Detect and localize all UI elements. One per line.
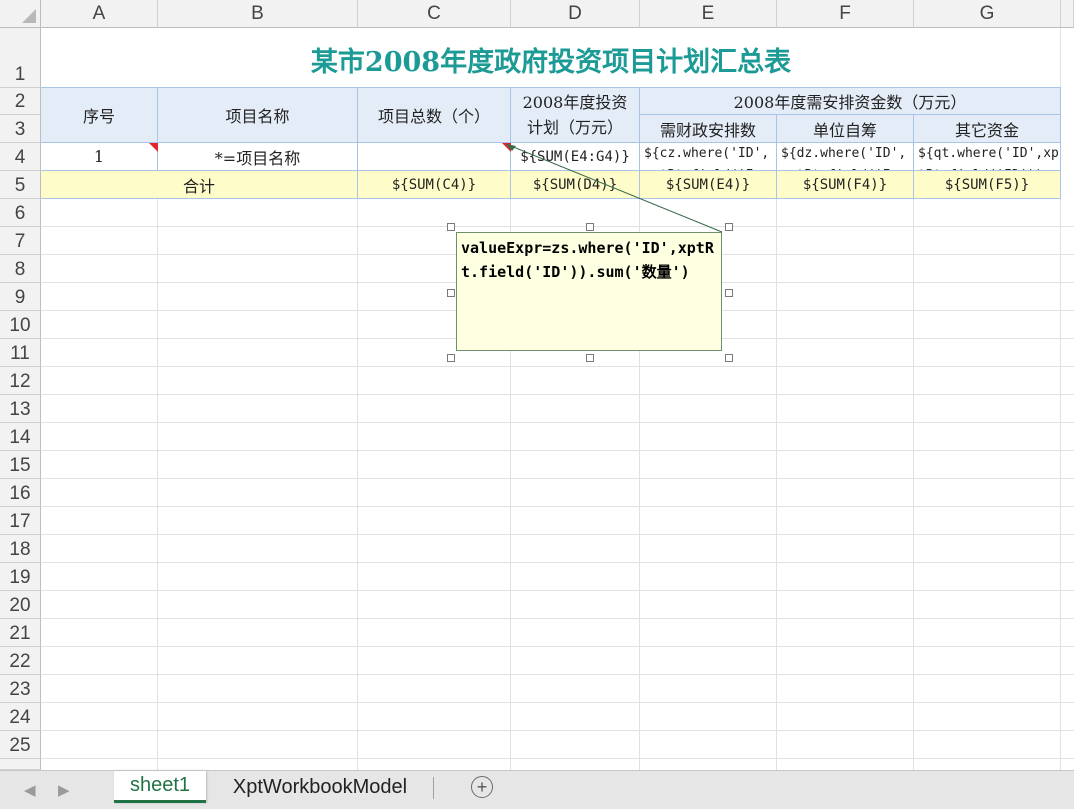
- add-sheet-icon[interactable]: +: [471, 776, 493, 798]
- resize-handle[interactable]: [447, 354, 455, 362]
- resize-handle[interactable]: [447, 289, 455, 297]
- resize-handle[interactable]: [725, 289, 733, 297]
- resize-handle[interactable]: [586, 354, 594, 362]
- tab-divider: [433, 777, 434, 799]
- spreadsheet-grid[interactable]: A B C D E F G 1 2 3 4 5 6 7 8 9 10 11 12…: [0, 0, 1074, 770]
- resize-handle[interactable]: [725, 354, 733, 362]
- tab-sheet1[interactable]: sheet1: [114, 771, 206, 803]
- cell-comment-box[interactable]: valueExpr=zs.where('ID',xptRt.field('ID'…: [456, 232, 722, 351]
- resize-handle[interactable]: [586, 223, 594, 231]
- tab-xptworkbookmodel[interactable]: XptWorkbookModel: [208, 771, 432, 803]
- next-sheet-icon[interactable]: ▶: [58, 781, 70, 799]
- resize-handle[interactable]: [447, 223, 455, 231]
- prev-sheet-icon[interactable]: ◀: [24, 781, 36, 799]
- resize-handle[interactable]: [725, 223, 733, 231]
- sheet-tab-bar: ◀ ▶ sheet1 XptWorkbookModel +: [0, 770, 1074, 809]
- comment-leader-line: [505, 143, 723, 233]
